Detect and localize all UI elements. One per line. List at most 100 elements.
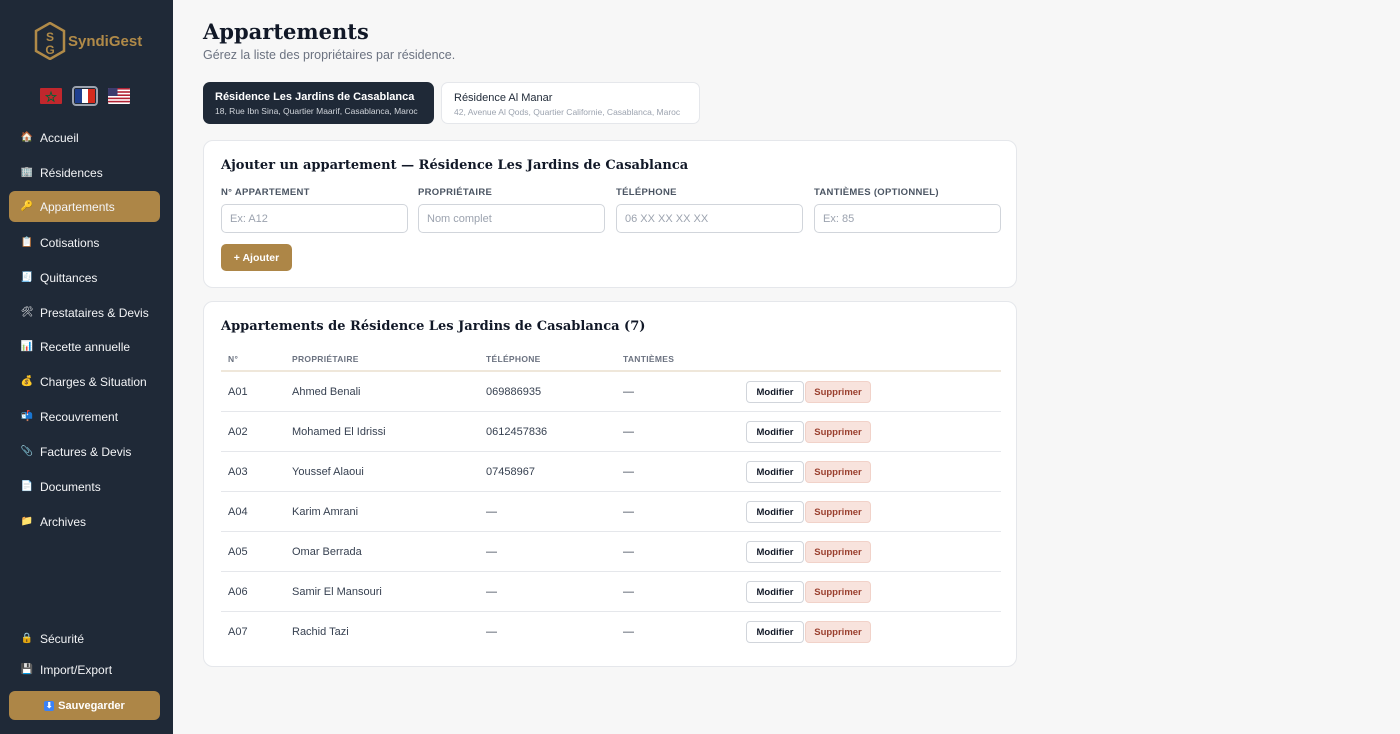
edit-button[interactable]: Modifier: [746, 581, 804, 603]
table-row: A01 Ahmed Benali 069886935 — Modifier Supprim…: [221, 372, 1001, 412]
delete-button[interactable]: Supprimer: [805, 621, 871, 643]
sidebar-item-label: Cotisations: [40, 235, 100, 250]
language-switcher: [40, 86, 130, 106]
edit-button[interactable]: Modifier: [746, 461, 804, 483]
table-row: A03 Youssef Alaoui 07458967 — Modifier Suppri…: [221, 452, 1001, 492]
save-button-label: Sauvegarder: [58, 699, 125, 712]
apartments-list-title: Appartements de Résidence Les Jardins de…: [221, 319, 646, 334]
tantiemes-cell: —: [623, 626, 634, 638]
document-icon: 📄: [20, 480, 34, 492]
sidebar-item-label: Sécurité: [40, 631, 85, 646]
tantiemes-cell: —: [623, 466, 634, 478]
table-row: A04 Karim Amrani — — Modifier Supprimer: [221, 492, 1001, 532]
sidebar-item-label: Archives: [40, 514, 87, 529]
owner-cell: Omar Berrada: [292, 546, 362, 558]
delete-button[interactable]: Supprimer: [805, 461, 871, 483]
edit-button[interactable]: Modifier: [746, 621, 804, 643]
residence-tab-al-manar[interactable]: Résidence Al Manar 42, Avenue Al Qods, Q…: [441, 82, 700, 124]
sidebar-item-prestataires-devis[interactable]: 🛠 Prestataires & Devis: [9, 297, 160, 328]
owner-label: PROPRIÉTAIRE: [418, 187, 493, 198]
phone-cell: 07458967: [486, 466, 535, 478]
apartment-number-cell: A02: [228, 426, 248, 438]
phone-input[interactable]: [616, 204, 803, 233]
tantiemes-label: TANTIÈMES (OPTIONNEL): [814, 187, 939, 198]
edit-button[interactable]: Modifier: [746, 501, 804, 523]
table-row: A02 Mohamed El Idrissi 0612457836 — Modifier…: [221, 412, 1001, 452]
sidebar-item-quittances[interactable]: 🧾 Quittances: [9, 262, 160, 293]
apartment-number-cell: A01: [228, 386, 248, 398]
sidebar-item-s-curit[interactable]: 🔒 Sécurité: [9, 623, 160, 654]
sidebar-item-label: Import/Export: [40, 662, 113, 677]
apartment-number-cell: A04: [228, 506, 248, 518]
edit-button[interactable]: Modifier: [746, 421, 804, 443]
sidebar-item-label: Accueil: [40, 130, 79, 145]
tantiemes-cell: —: [623, 506, 634, 518]
add-apartment-title: Ajouter un appartement — Résidence Les J…: [221, 158, 689, 173]
edit-button[interactable]: Modifier: [746, 381, 804, 403]
sidebar-item-charges-situation[interactable]: 💰 Charges & Situation: [9, 366, 160, 397]
owner-cell: Rachid Tazi: [292, 626, 349, 638]
residence-name: Résidence Les Jardins de Casablanca: [215, 91, 415, 103]
apartment-number-cell: A07: [228, 626, 248, 638]
sidebar-item-archives[interactable]: 📁 Archives: [9, 506, 160, 537]
phone-cell: —: [486, 506, 497, 518]
sidebar-item-factures-devis[interactable]: 📎 Factures & Devis: [9, 436, 160, 467]
delete-button[interactable]: Supprimer: [805, 581, 871, 603]
apartment-number-cell: A06: [228, 586, 248, 598]
morocco-flag-icon[interactable]: [40, 88, 62, 104]
delete-button[interactable]: Supprimer: [805, 541, 871, 563]
residence-name: Résidence Al Manar: [454, 92, 553, 104]
paperclip-icon: 📎: [20, 445, 34, 457]
tools-icon: 🛠: [20, 306, 34, 318]
svg-text:G: G: [45, 43, 54, 57]
sidebar-item-label: Documents: [40, 479, 101, 494]
mailbox-icon: 📬: [20, 410, 34, 422]
sidebar-item-r-sidences[interactable]: 🏢 Résidences: [9, 157, 160, 188]
owner-cell: Karim Amrani: [292, 506, 359, 518]
tantiemes-input[interactable]: [814, 204, 1001, 233]
apartment-number-input[interactable]: [221, 204, 408, 233]
sidebar-item-documents[interactable]: 📄 Documents: [9, 471, 160, 502]
sidebar-item-label: Appartements: [40, 199, 115, 214]
save-button[interactable]: ⬇ Sauvegarder: [9, 691, 160, 720]
tantiemes-cell: —: [623, 386, 634, 398]
sidebar-item-label: Recette annuelle: [40, 339, 131, 354]
sidebar-item-label: Résidences: [40, 165, 103, 180]
page-title: Appartements: [203, 19, 369, 44]
residence-tab-jardins[interactable]: Résidence Les Jardins de Casablanca 18, …: [203, 82, 434, 124]
phone-cell: 069886935: [486, 386, 542, 398]
add-apartment-button[interactable]: + Ajouter: [221, 244, 292, 271]
sidebar-item-appartements[interactable]: 🔑 Appartements: [9, 191, 160, 222]
sidebar-item-recouvrement[interactable]: 📬 Recouvrement: [9, 401, 160, 432]
building-icon: 🏢: [20, 166, 34, 178]
delete-button[interactable]: Supprimer: [805, 501, 871, 523]
floppy-disk-icon: 💾: [20, 663, 34, 675]
folder-icon: 📁: [20, 515, 34, 527]
sidebar-item-import-export[interactable]: 💾 Import/Export: [9, 654, 160, 685]
sidebar-item-recette-annuelle[interactable]: 📊 Recette annuelle: [9, 331, 160, 362]
sidebar-item-label: Recouvrement: [40, 409, 119, 424]
delete-button[interactable]: Supprimer: [805, 421, 871, 443]
column-header-phone: TÉLÉPHONE: [486, 354, 541, 364]
logo-mark-icon: S G: [34, 21, 66, 61]
column-header-number: N°: [228, 354, 239, 364]
add-apartment-card: Ajouter un appartement — Résidence Les J…: [203, 140, 1017, 288]
owner-cell: Samir El Mansouri: [292, 586, 382, 598]
owner-input[interactable]: [418, 204, 605, 233]
sidebar-item-accueil[interactable]: 🏠 Accueil: [9, 122, 160, 153]
owner-cell: Mohamed El Idrissi: [292, 426, 386, 438]
clipboard-icon: 📋: [20, 236, 34, 248]
france-flag-icon[interactable]: [72, 86, 98, 106]
edit-button[interactable]: Modifier: [746, 541, 804, 563]
tantiemes-cell: —: [623, 546, 634, 558]
sidebar-item-cotisations[interactable]: 📋 Cotisations: [9, 227, 160, 258]
app-logo[interactable]: S G SyndiGest: [34, 21, 142, 61]
column-header-tantiemes: TANTIÈMES: [623, 354, 675, 364]
house-icon: 🏠: [20, 131, 34, 143]
key-icon: 🔑: [20, 200, 34, 212]
usa-flag-icon[interactable]: [108, 88, 130, 104]
delete-button[interactable]: Supprimer: [805, 381, 871, 403]
sidebar: S G SyndiGest 🏠 Accueil 🏢 Résidences 🔑 A…: [0, 0, 173, 734]
svg-text:S: S: [46, 30, 54, 44]
apartment-number-label: N° APPARTEMENT: [221, 187, 310, 198]
